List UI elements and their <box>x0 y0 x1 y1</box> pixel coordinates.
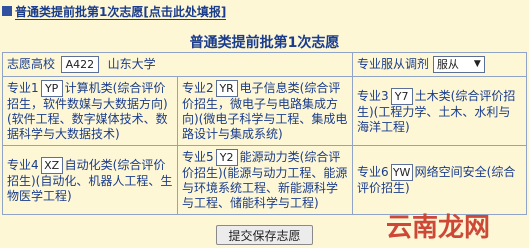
fill-link[interactable]: 普通类提前批第1次志愿[点击此处填报] <box>15 3 227 20</box>
major-label: 专业4 <box>7 157 39 172</box>
top-link-row: 普通类提前批第1次志愿[点击此处填报] <box>0 0 227 22</box>
major-code-input[interactable]: YR <box>215 80 238 97</box>
major-code-input[interactable]: Y7 <box>390 87 413 105</box>
major-cell-3: 专业3 Y7 土木类(综合评价招生)(工程力学、土木、水利与海洋工程) <box>352 76 527 146</box>
major-code-input[interactable]: YW <box>390 164 413 181</box>
chevron-down-icon: ▼ <box>473 59 481 69</box>
school-name: 山东大学 <box>107 57 156 71</box>
major-code-input[interactable]: YP <box>40 80 63 97</box>
school-cell: 志愿高校 A422 山东大学 <box>2 52 353 77</box>
watermark-logo: 云南龙网 <box>386 212 491 243</box>
major-cell-6: 专业6 YW 网络空间安全(综合评价招生) <box>352 145 527 215</box>
major-code-input[interactable]: XZ <box>40 156 63 174</box>
volunteer-form-table: 志愿高校 A422 山东大学 专业服从调剂 服从 ▼ 专业1 YP 计算机类(综合评价… <box>2 52 527 215</box>
major-cell-1: 专业1 YP 计算机类(综合评价招生，软件数媒与大数据方向)(软件工程、数字媒体技术… <box>2 76 178 146</box>
major-label: 专业6 <box>357 165 389 179</box>
adjust-cell: 专业服从调剂 服从 ▼ <box>352 52 527 77</box>
major-label: 专业2 <box>182 81 214 95</box>
major-cell-5: 专业5 Y2 能源动力类(综合评价招生)(能源与动力工程、能源与环境系统工程、新能源… <box>177 145 353 215</box>
school-label: 志愿高校 <box>7 57 56 71</box>
major-label: 专业3 <box>357 88 389 103</box>
adjust-select[interactable]: 服从 ▼ <box>432 56 485 73</box>
major-cell-4: 专业4 XZ 自动化类(综合评价招生)(自动化、机器人工程、生物医学工程) <box>2 145 178 215</box>
major-cell-2: 专业2 YR 电子信息类(综合评价招生，微电子与电路集成方向)(微电子科学与工程、集… <box>177 76 353 146</box>
adjust-label: 专业服从调剂 <box>357 57 430 71</box>
major-label: 专业5 <box>182 150 214 164</box>
major-code-input[interactable]: Y2 <box>215 149 238 166</box>
school-code-input[interactable]: A422 <box>60 56 99 73</box>
page-title: 普通类提前批第1次志愿 <box>189 35 340 51</box>
submit-button[interactable]: 提交保存志愿 <box>216 225 313 245</box>
bullet-icon <box>2 6 12 16</box>
major-label: 专业1 <box>7 81 39 95</box>
